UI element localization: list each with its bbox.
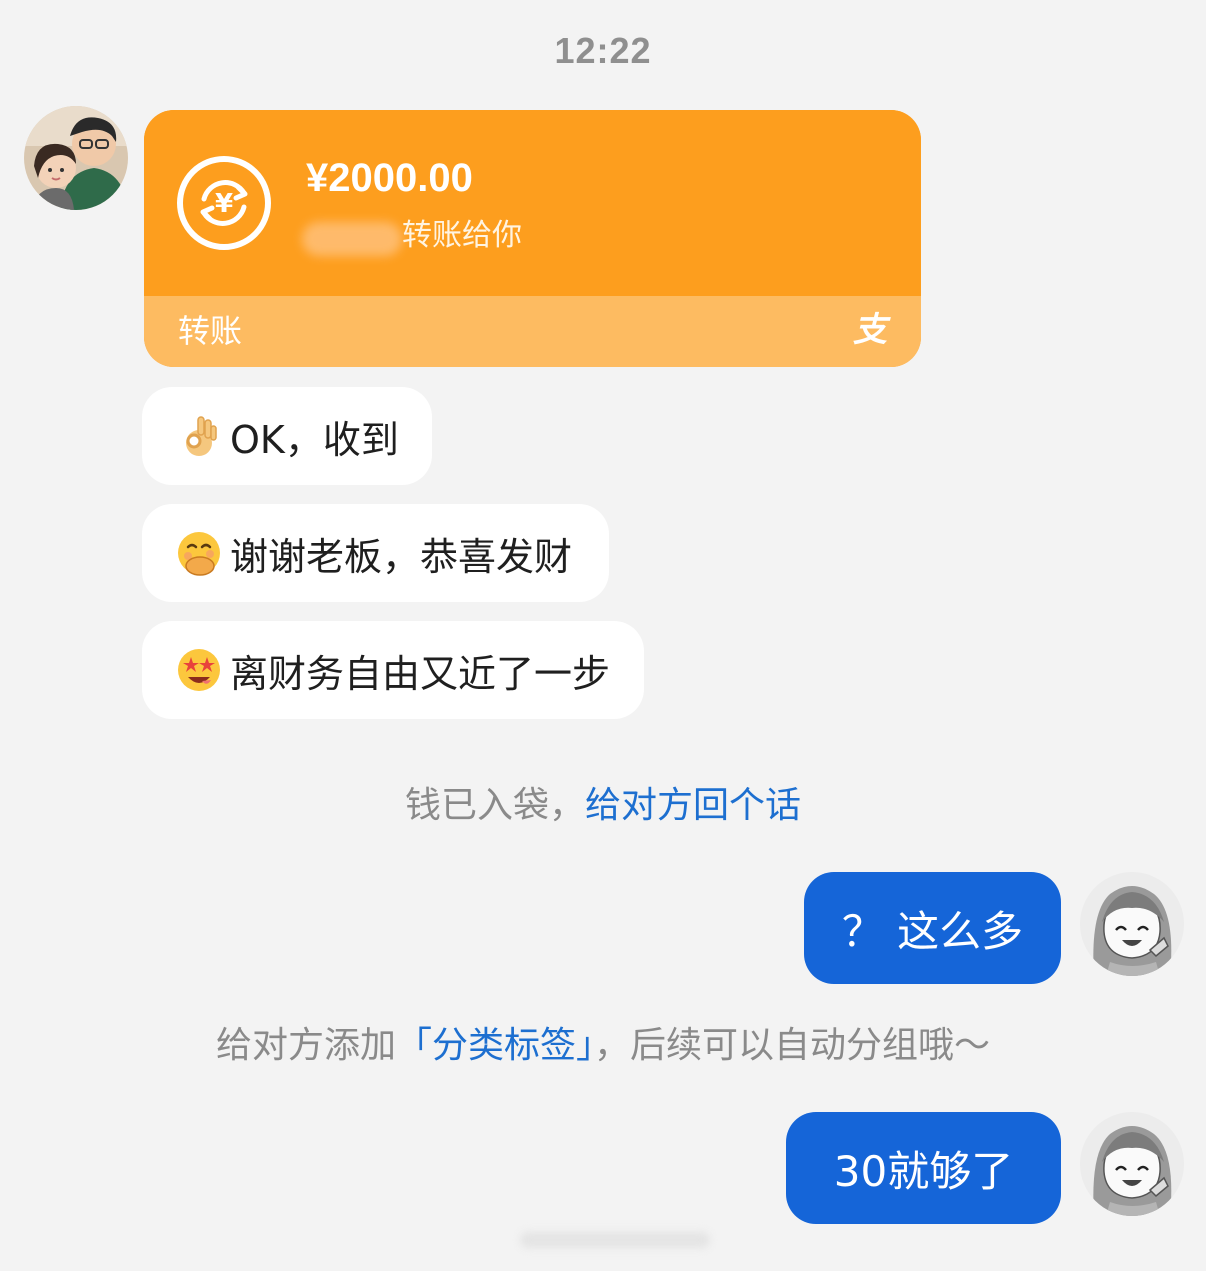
message-text: 30就够了 xyxy=(833,1146,1014,1196)
blurred-sender-name xyxy=(302,222,402,256)
message-text: OK，收到 xyxy=(230,417,399,462)
my-avatar[interactable] xyxy=(1080,872,1184,976)
ok-hand-emoji-icon xyxy=(186,416,217,456)
tag-suggestion-notice: 给对方添加「分类标签」，后续可以自动分组哦～ xyxy=(0,1016,1206,1068)
yuan-exchange-icon: ¥ xyxy=(176,155,272,251)
reply-link[interactable]: 给对方回个话 xyxy=(585,785,801,826)
message-text: 离财务自由又近了一步 xyxy=(230,651,611,696)
received-notice: 钱已入袋，给对方回个话 xyxy=(0,776,1206,828)
star-struck-emoji-icon xyxy=(178,649,220,691)
my-avatar[interactable] xyxy=(1080,1112,1184,1216)
message-text: 谢谢老板，恭喜发财 xyxy=(230,534,573,579)
transfer-description: 转账给你 xyxy=(402,218,522,253)
message-text: ？ 这么多 xyxy=(841,906,1024,956)
transfer-card-footer: 转账 支 xyxy=(144,296,921,367)
transfer-card[interactable]: ¥ ¥2000.00 转账给你 转账 支 xyxy=(144,110,921,367)
category-tag-link[interactable]: 「分类标签」 xyxy=(396,1025,594,1066)
transfer-amount: ¥2000.00 xyxy=(306,156,473,200)
chat-timestamp: 12:22 xyxy=(554,30,652,71)
transfer-type-label: 转账 xyxy=(178,312,243,350)
svg-text:¥: ¥ xyxy=(215,189,233,219)
tag-notice-suffix: ，后续可以自动分组哦～ xyxy=(594,1025,991,1066)
watermark-blur xyxy=(520,1232,710,1248)
tag-notice-prefix: 给对方添加 xyxy=(215,1025,396,1066)
outgoing-message[interactable]: 30就够了 xyxy=(786,1112,1061,1224)
incoming-message[interactable]: 谢谢老板，恭喜发财 xyxy=(142,504,609,602)
incoming-message[interactable]: OK，收到 xyxy=(142,387,432,485)
outgoing-message[interactable]: ？ 这么多 xyxy=(804,872,1061,984)
sender-avatar[interactable] xyxy=(24,106,128,210)
alipay-logo-icon: 支 xyxy=(853,310,887,350)
incoming-message[interactable]: 离财务自由又近了一步 xyxy=(142,621,644,719)
hand-over-mouth-emoji-icon xyxy=(178,532,220,576)
received-notice-text: 钱已入袋， xyxy=(404,785,585,826)
transfer-card-body: ¥ ¥2000.00 转账给你 xyxy=(144,110,921,296)
